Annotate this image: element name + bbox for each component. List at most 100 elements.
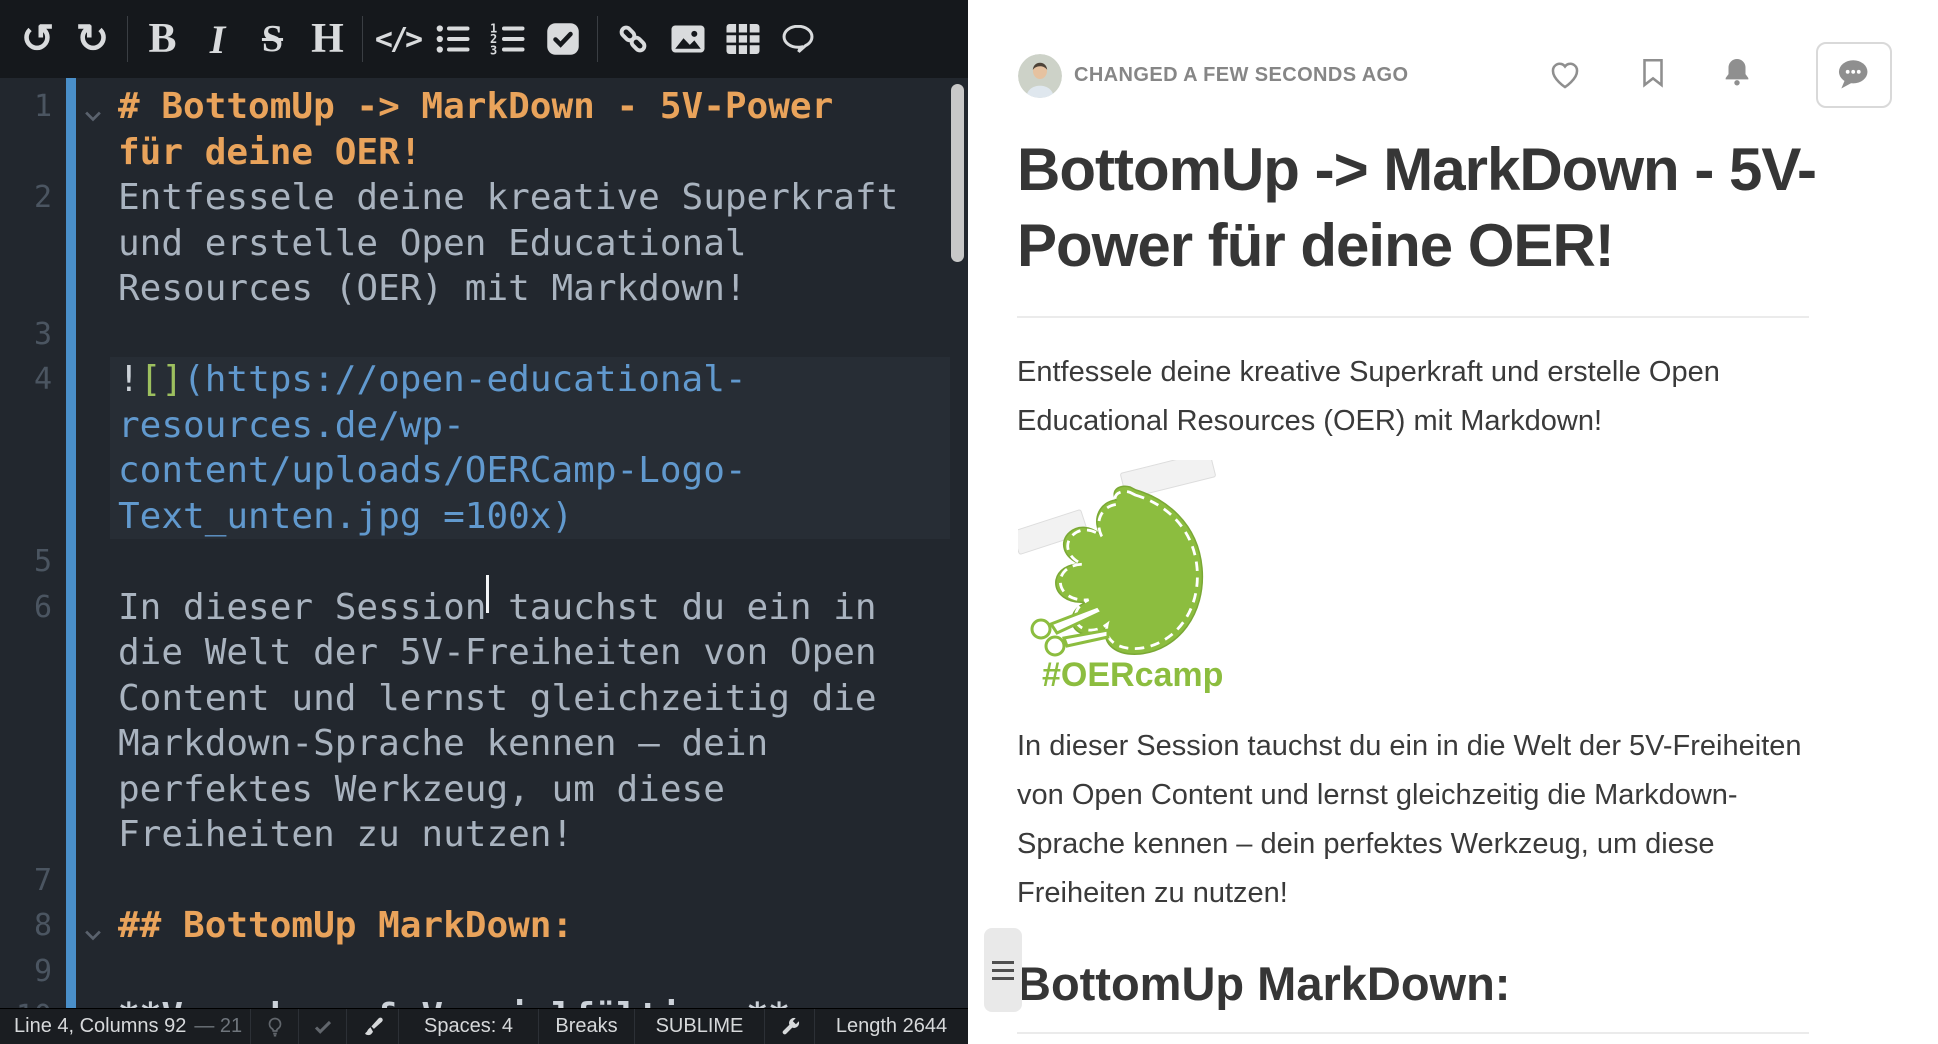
last-changed-status: CHANGED A FEW SECONDS AGO: [1074, 64, 1408, 87]
line-number: 1: [0, 84, 52, 130]
line-text[interactable]: [110, 858, 950, 904]
preview-title: BottomUp -> MarkDown - 5V-Power für dein…: [1017, 132, 1817, 284]
theme-button[interactable]: [346, 1009, 398, 1044]
line-text[interactable]: # BottomUp -> MarkDown - 5V-Power für de…: [110, 84, 950, 175]
spaces-label: Spaces: 4: [424, 1015, 513, 1038]
line-number: 9: [0, 949, 52, 995]
editor-line[interactable]: 10**Verwahren & Vervielfältigen**: [0, 994, 968, 1008]
editor-line[interactable]: 9: [0, 949, 968, 995]
bookmark-icon[interactable]: [1636, 56, 1670, 90]
cursor-position-extra: — 21: [194, 1015, 242, 1038]
line-gutter: 5: [0, 539, 110, 585]
notification-bell-icon[interactable]: [1720, 55, 1754, 89]
markdown-source-editor[interactable]: 1 # BottomUp -> MarkDown - 5V-Power für d…: [0, 78, 968, 1008]
task-list-icon[interactable]: [535, 10, 590, 68]
gutter-accent-bar: [66, 78, 76, 1008]
line-text[interactable]: **Verwahren & Vervielfältigen**: [110, 994, 950, 1008]
spaces-setting[interactable]: Spaces: 4: [398, 1009, 538, 1044]
toolbar-separator: [362, 16, 363, 62]
editor-line[interactable]: 6 In dieser Session tauchst du ein in die…: [0, 585, 968, 858]
line-text[interactable]: Entfessele deine kreative Superkraft und…: [110, 175, 950, 312]
line-number: 4: [0, 357, 52, 403]
preview-intro-paragraph: Entfessele deine kreative Superkraft und…: [1017, 348, 1817, 446]
line-text[interactable]: ## BottomUp MarkDown:: [110, 903, 950, 949]
divider: [1017, 316, 1809, 318]
toolbar-separator: [597, 16, 598, 62]
oercamp-logo-caption: #OERcamp: [1042, 656, 1223, 695]
editor-line[interactable]: 7: [0, 858, 968, 904]
markdown-editor-app: ↺ ↻ B I S H </> 1 2 3: [0, 0, 1938, 1044]
line-number: 6: [0, 585, 52, 631]
editor-lines: 1 # BottomUp -> MarkDown - 5V-Power für d…: [0, 84, 968, 1008]
strikethrough-icon[interactable]: S: [245, 10, 300, 68]
line-gutter: 10: [0, 994, 110, 1008]
line-number: 2: [0, 175, 52, 221]
editor-line[interactable]: 4 ![](https://open-educational-resources.…: [0, 357, 968, 539]
line-text[interactable]: ![](https://open-educational-resources.d…: [110, 357, 950, 539]
markdown-preview-pane: CHANGED A FEW SECONDS AGO BottomUp -> Ma…: [968, 0, 1938, 1044]
author-avatar[interactable]: [1018, 54, 1062, 98]
linebreaks-label: Breaks: [555, 1015, 617, 1038]
divider: [1017, 1032, 1809, 1034]
line-gutter: 4: [0, 357, 110, 539]
like-heart-icon[interactable]: [1548, 58, 1582, 92]
redo-icon[interactable]: ↻: [65, 10, 120, 68]
svg-text:3: 3: [490, 43, 497, 57]
keymap-setting[interactable]: SUBLIME: [634, 1009, 764, 1044]
line-number: 3: [0, 312, 52, 358]
line-gutter: 1: [0, 84, 110, 175]
linebreaks-setting[interactable]: Breaks: [538, 1009, 634, 1044]
editor-line[interactable]: 8 ## BottomUp MarkDown:: [0, 903, 968, 949]
preferences-button[interactable]: [764, 1009, 814, 1044]
oercamp-flame-image: [1018, 460, 1228, 660]
unordered-list-icon[interactable]: [425, 10, 480, 68]
doc-length-label: Length 2644: [836, 1015, 947, 1038]
editor-line[interactable]: 5: [0, 539, 968, 585]
bold-icon[interactable]: B: [135, 10, 190, 68]
line-gutter: 2: [0, 175, 110, 312]
line-text[interactable]: In dieser Session tauchst du ein in die …: [110, 585, 950, 858]
spellcheck-button[interactable]: [298, 1009, 346, 1044]
editor-toolbar: ↺ ↻ B I S H </> 1 2 3: [0, 0, 968, 78]
line-number: 7: [0, 858, 52, 904]
link-icon[interactable]: [605, 10, 660, 68]
hamburger-icon: [992, 961, 1014, 964]
checkmark-icon: [311, 1015, 335, 1039]
line-text[interactable]: [110, 949, 950, 995]
toc-toggle-handle[interactable]: [984, 928, 1022, 1012]
editor-scrollbar[interactable]: [951, 84, 964, 262]
line-gutter: 7: [0, 858, 110, 904]
editor-line[interactable]: 1 # BottomUp -> MarkDown - 5V-Power für d…: [0, 84, 968, 175]
line-text[interactable]: [110, 539, 950, 585]
table-icon[interactable]: [715, 10, 770, 68]
line-number: 8: [0, 903, 52, 949]
line-gutter: 6: [0, 585, 110, 858]
fold-chevron-icon[interactable]: [82, 95, 104, 117]
keymap-label: SUBLIME: [656, 1015, 744, 1038]
line-gutter: 9: [0, 949, 110, 995]
comment-bubble-icon: [1835, 56, 1873, 94]
line-gutter: 8: [0, 903, 110, 949]
comment-icon[interactable]: [770, 10, 825, 68]
heading-icon[interactable]: H: [300, 10, 355, 68]
toolbar-separator: [127, 16, 128, 62]
hint-button[interactable]: [250, 1009, 298, 1044]
undo-icon[interactable]: ↺: [10, 10, 65, 68]
image-icon[interactable]: [660, 10, 715, 68]
preview-subheading: BottomUp MarkDown:: [1017, 956, 1510, 1011]
doc-length-status: Length 2644: [814, 1009, 968, 1044]
preview-session-paragraph: In dieser Session tauchst du ein in die …: [1017, 722, 1817, 918]
ordered-list-icon[interactable]: 1 2 3: [480, 10, 535, 68]
lightbulb-icon: [263, 1015, 287, 1039]
editor-line[interactable]: 2 Entfessele deine kreative Superkraft un…: [0, 175, 968, 312]
fold-chevron-icon[interactable]: [82, 914, 104, 936]
cursor-position-text: Line 4, Columns 92: [14, 1015, 186, 1038]
code-icon[interactable]: </>: [370, 10, 425, 68]
oercamp-logo: #OERcamp: [1018, 460, 1228, 710]
editor-line[interactable]: 3: [0, 312, 968, 358]
line-text[interactable]: [110, 312, 950, 358]
cursor-position-status: Line 4, Columns 92 — 21: [0, 1009, 250, 1044]
line-gutter: 3: [0, 312, 110, 358]
comments-button[interactable]: [1816, 42, 1892, 108]
italic-icon[interactable]: I: [190, 10, 245, 68]
